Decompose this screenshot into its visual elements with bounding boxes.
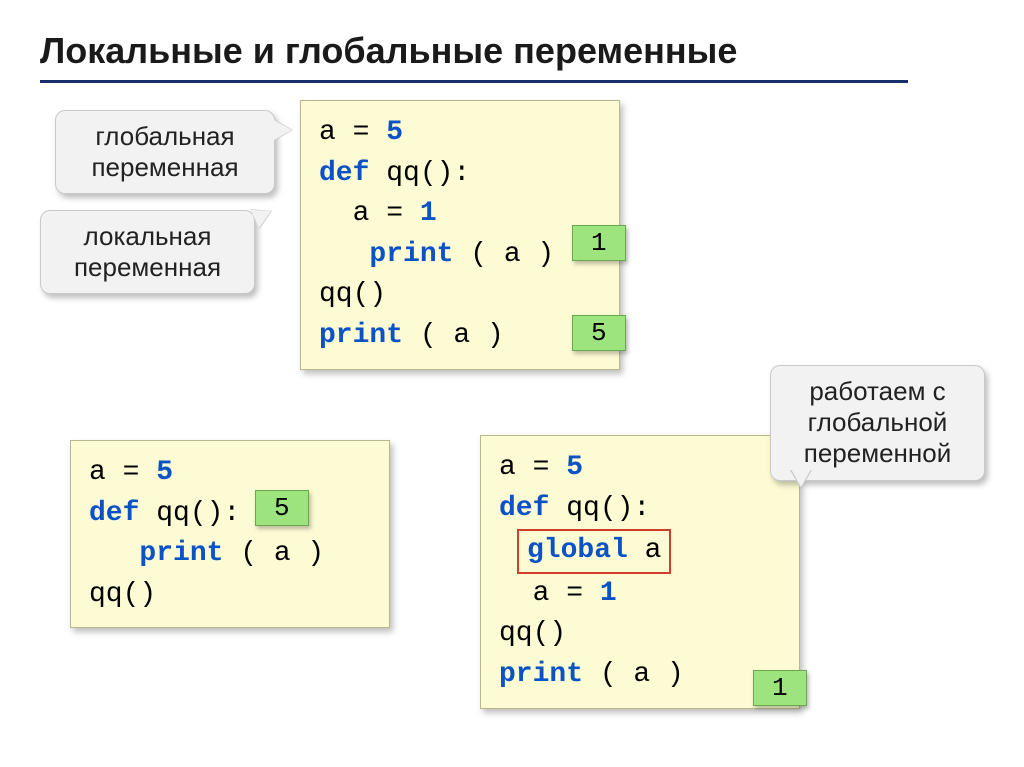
- result-chip-1a: 1: [572, 225, 626, 261]
- code-text: print: [89, 538, 223, 569]
- code-text: ( a ): [223, 538, 324, 569]
- code-text: qq(): [319, 279, 386, 310]
- code-text: a: [628, 535, 662, 566]
- slide: Локальные и глобальные переменные a = 5 …: [0, 0, 1024, 767]
- code-text: qq():: [549, 493, 650, 524]
- callout-global-var: глобальная переменная: [55, 110, 275, 194]
- pointer-icon: [791, 469, 811, 487]
- code-text: def: [89, 498, 139, 529]
- code-text: print: [499, 659, 583, 690]
- code-text: a: [319, 198, 369, 229]
- code-text: qq():: [369, 158, 470, 189]
- callout-text: работаем с: [809, 376, 945, 406]
- code-text: a: [319, 117, 336, 148]
- callout-text: локальная: [84, 221, 212, 251]
- code-text: a: [499, 452, 516, 483]
- callout-text: глобальной: [808, 407, 948, 437]
- code-text: qq(): [89, 579, 156, 610]
- code-text: 1: [420, 198, 437, 229]
- result-chip-3: 1: [753, 670, 807, 706]
- code-text: ( a ): [403, 320, 504, 351]
- code-box-3: a = 5 def qq(): global a a = 1 qq() prin…: [480, 435, 800, 709]
- code-text: =: [106, 457, 156, 488]
- code-text: 1: [600, 578, 617, 609]
- code-text: ( a ): [583, 659, 684, 690]
- code-text: 5: [386, 117, 403, 148]
- code-text: print: [319, 239, 453, 270]
- code-text: ( a ): [453, 239, 554, 270]
- code-text: print: [319, 320, 403, 351]
- callout-text: переменная: [74, 252, 221, 282]
- callout-text: переменной: [804, 438, 952, 468]
- code-text: =: [549, 578, 599, 609]
- code-text: def: [319, 158, 369, 189]
- code-box-2: a = 5 def qq(): print ( a ) qq(): [70, 440, 390, 628]
- code-text: qq(): [499, 618, 566, 649]
- callout-local-var: локальная переменная: [40, 210, 255, 294]
- code-text: =: [336, 117, 386, 148]
- code-text: =: [369, 198, 419, 229]
- code-text: a: [499, 578, 549, 609]
- pointer-icon: [274, 120, 292, 140]
- callout-work-global: работаем с глобальной переменной: [770, 365, 985, 481]
- result-chip-2: 5: [255, 490, 309, 526]
- callout-text: глобальная: [95, 121, 234, 151]
- callout-text: переменная: [91, 152, 238, 182]
- code-text: =: [516, 452, 566, 483]
- code-text: 5: [156, 457, 173, 488]
- code-text: 5: [566, 452, 583, 483]
- code-text: global: [527, 535, 628, 566]
- title-underline: [40, 80, 908, 83]
- result-chip-1b: 5: [572, 315, 626, 351]
- code-text: qq():: [139, 498, 240, 529]
- code-text: def: [499, 493, 549, 524]
- code-text: a: [89, 457, 106, 488]
- page-title: Локальные и глобальные переменные: [40, 30, 984, 72]
